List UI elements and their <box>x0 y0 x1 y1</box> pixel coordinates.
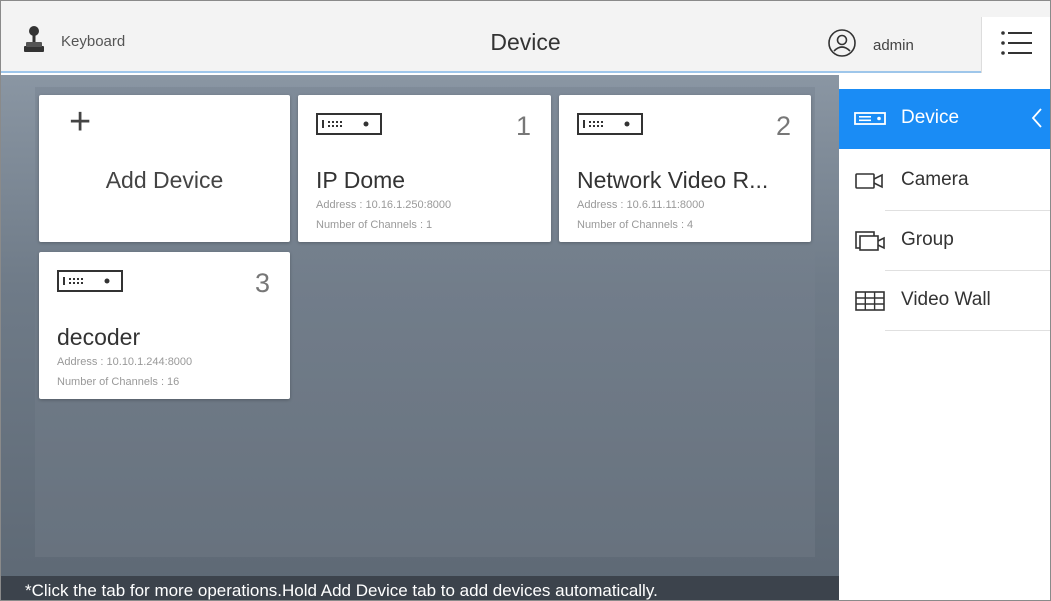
user-icon <box>827 28 857 63</box>
sidebar-item-video-wall[interactable]: Video Wall <box>839 271 1050 331</box>
device-icon <box>316 111 382 137</box>
device-card[interactable]: 1 IP Dome Address : 10.16.1.250:8000 Num… <box>298 95 551 242</box>
sidebar-menu: Device Camera Group Video Wall <box>839 75 1050 600</box>
sidebar-item-label: Camera <box>901 169 969 190</box>
menu-icon <box>997 25 1037 66</box>
device-address: Address : 10.10.1.244:8000 <box>57 356 193 368</box>
device-card[interactable]: 2 Network Video R... Address : 10.6.11.1… <box>559 95 811 242</box>
device-number: 3 <box>254 268 270 298</box>
video-wall-icon <box>853 289 887 313</box>
device-channels: Number of Channels : 16 <box>57 376 180 388</box>
device-name: IP Dome <box>316 167 406 193</box>
device-number: 2 <box>775 111 791 141</box>
device-name: decoder <box>57 324 141 350</box>
sidebar-item-label: Device <box>901 107 960 128</box>
device-name: Network Video R... <box>577 167 769 193</box>
sidebar-item-device[interactable]: Device <box>839 89 1050 149</box>
add-device-label: Add Device <box>105 167 224 193</box>
device-icon <box>57 268 123 294</box>
device-card[interactable]: 3 decoder Address : 10.10.1.244:8000 Num… <box>39 252 290 399</box>
divider <box>885 330 1050 331</box>
camera-icon <box>853 169 887 193</box>
sidebar-item-label: Group <box>901 229 954 250</box>
group-icon <box>853 229 887 253</box>
device-icon <box>577 111 643 137</box>
hint-text: *Click the tab for more operations.Hold … <box>25 581 658 600</box>
device-number: 1 <box>515 111 531 141</box>
header-bar: Keyboard Device admin <box>1 1 1050 73</box>
device-channels: Number of Channels : 1 <box>316 219 433 231</box>
app-window: Keyboard Device admin + Add Device 1 IP … <box>0 0 1051 601</box>
user-account-button[interactable]: admin <box>827 28 914 63</box>
username-label: admin <box>873 37 914 54</box>
menu-button[interactable] <box>981 17 1050 73</box>
chevron-left-icon[interactable] <box>1030 107 1044 129</box>
device-icon <box>853 107 887 131</box>
sidebar-item-camera[interactable]: Camera <box>839 151 1050 211</box>
device-channels: Number of Channels : 4 <box>577 219 694 231</box>
hint-bar: *Click the tab for more operations.Hold … <box>1 576 839 600</box>
add-device-card[interactable]: + Add Device <box>39 95 290 242</box>
plus-icon: + <box>69 101 92 143</box>
device-address: Address : 10.16.1.250:8000 <box>316 199 452 211</box>
sidebar-item-group[interactable]: Group <box>839 211 1050 271</box>
sidebar-item-label: Video Wall <box>901 289 991 310</box>
device-address: Address : 10.6.11.11:8000 <box>577 199 705 211</box>
